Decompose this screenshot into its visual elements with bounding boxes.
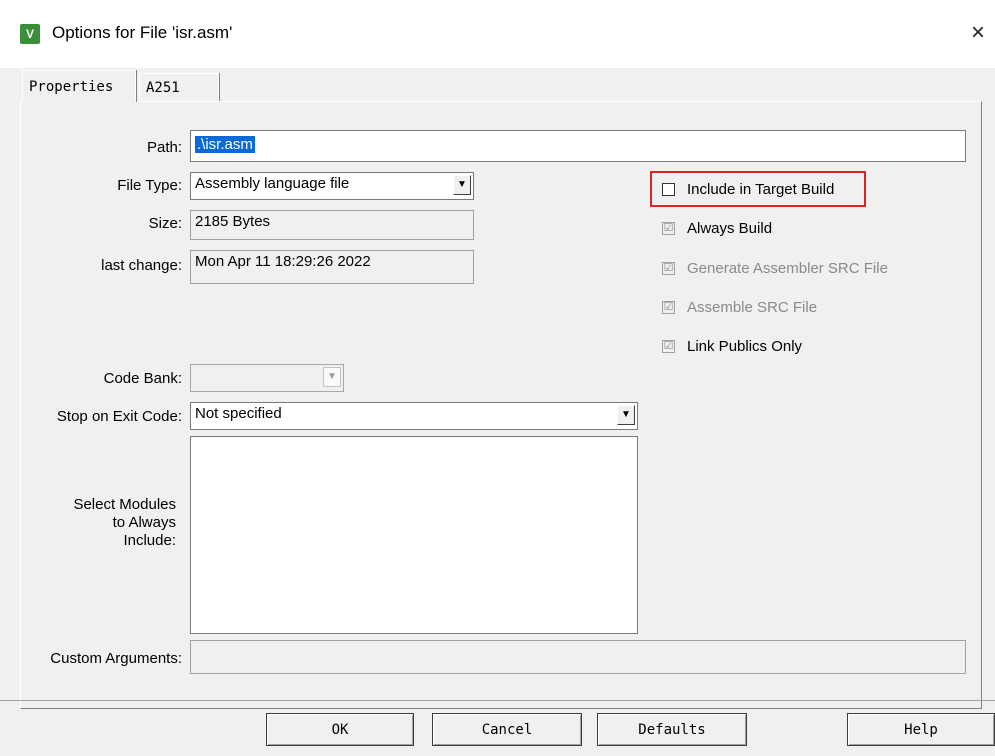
last-change-label: last change: — [101, 257, 182, 274]
tab-properties[interactable]: Properties — [22, 70, 136, 102]
chevron-down-icon[interactable]: ▼ — [323, 367, 341, 387]
always-build-checkbox[interactable]: ☑ Always Build — [662, 220, 772, 237]
link-publics-only-label: Link Publics Only — [687, 338, 803, 355]
checkmark-icon: ☑ — [662, 222, 675, 235]
window-title: Options for File 'isr.asm' — [52, 23, 233, 42]
code-bank-label: Code Bank: — [103, 370, 182, 387]
stop-on-exit-label: Stop on Exit Code: — [56, 408, 182, 425]
always-build-label: Always Build — [687, 220, 773, 237]
link-publics-only-checkbox[interactable]: ☑ Link Publics Only — [662, 338, 802, 355]
size-value: 2185 Bytes — [190, 210, 474, 240]
file-type-value: Assembly language file — [195, 175, 350, 192]
cancel-button[interactable]: Cancel — [432, 713, 582, 746]
assemble-src-checkbox[interactable]: ☑ Assemble SRC File — [662, 299, 817, 316]
ok-button[interactable]: OK — [266, 713, 414, 746]
close-icon[interactable]: × — [964, 18, 992, 48]
select-modules-label: Select Modules to Always Include: — [30, 496, 176, 550]
select-modules-label-line2: to Always — [112, 514, 176, 531]
last-change-value: Mon Apr 11 18:29:26 2022 — [190, 250, 474, 284]
chevron-down-icon[interactable]: ▼ — [617, 405, 635, 425]
size-label: Size: — [148, 215, 182, 232]
path-value: .\isr.asm — [195, 136, 255, 153]
custom-arguments-input[interactable] — [190, 640, 966, 674]
chevron-down-icon[interactable]: ▼ — [453, 175, 471, 195]
code-bank-dropdown[interactable]: ▼ — [190, 364, 344, 392]
assemble-src-label: Assemble SRC File — [687, 299, 818, 316]
select-modules-label-line1: Select Modules — [73, 496, 176, 513]
divider — [0, 700, 995, 701]
generate-src-checkbox[interactable]: ☑ Generate Assembler SRC File — [662, 260, 888, 277]
defaults-button[interactable]: Defaults — [597, 713, 747, 746]
file-type-label: File Type: — [117, 177, 182, 194]
checkmark-icon: ☑ — [662, 340, 675, 353]
file-type-dropdown[interactable]: Assembly language file ▼ — [190, 172, 474, 200]
uvision-app-icon: V — [20, 24, 40, 44]
include-in-target-build-checkbox[interactable]: Include in Target Build — [662, 181, 834, 198]
modules-listbox[interactable] — [190, 436, 638, 634]
path-input[interactable]: .\isr.asm — [190, 130, 966, 162]
tab-a251[interactable]: A251 — [139, 73, 219, 101]
checkmark-icon: ☑ — [662, 301, 675, 314]
generate-src-label: Generate Assembler SRC File — [687, 260, 888, 277]
stop-on-exit-value: Not specified — [195, 405, 282, 422]
path-label: Path: — [146, 139, 182, 156]
checkmark-icon: ☑ — [662, 262, 675, 275]
help-button[interactable]: Help — [847, 713, 995, 746]
stop-on-exit-dropdown[interactable]: Not specified ▼ — [190, 402, 638, 430]
custom-arguments-label: Custom Arguments: — [50, 650, 182, 667]
checkbox-empty-icon — [662, 183, 675, 196]
include-in-target-build-label: Include in Target Build — [687, 181, 835, 198]
select-modules-label-line3: Include: — [123, 532, 176, 549]
